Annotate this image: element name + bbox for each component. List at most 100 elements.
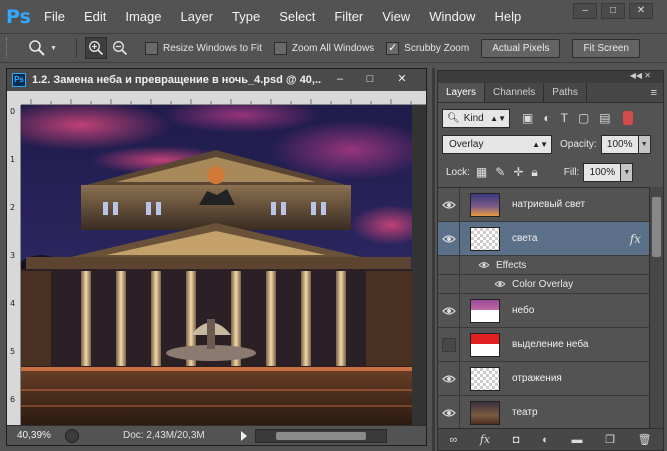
visibility-toggle[interactable] xyxy=(438,395,460,428)
panel-tabs: Layers Channels Paths ≡ xyxy=(438,83,663,103)
close-icon[interactable]: ✕ xyxy=(389,72,415,88)
add-layer-style-icon[interactable]: fx xyxy=(480,433,490,446)
fill-field[interactable]: 100% xyxy=(583,162,622,182)
scrollbar-thumb[interactable] xyxy=(276,431,366,440)
vertical-ruler[interactable]: 0 1 2 3 4 5 6 xyxy=(7,105,21,425)
shape-layer-filter-icon[interactable]: ▢ xyxy=(578,111,589,125)
panel-menu-icon[interactable]: ≡ xyxy=(651,87,657,99)
restore-icon[interactable]: □ xyxy=(357,72,383,88)
menu-type[interactable]: Type xyxy=(232,9,260,24)
smart-object-filter-icon[interactable]: ▤ xyxy=(599,111,610,125)
lock-transparent-pixels-icon[interactable]: ▦ xyxy=(476,165,487,180)
layer-row[interactable]: выделение неба xyxy=(438,327,649,362)
collapse-arrows-icon[interactable]: ◀◀ ✕ xyxy=(630,71,651,80)
adjustment-layer-filter-icon[interactable]: ◐ xyxy=(543,111,550,125)
menu-image[interactable]: Image xyxy=(125,9,161,24)
link-layers-icon[interactable]: ∞ xyxy=(449,434,457,446)
zoom-level[interactable]: 40,39% xyxy=(17,430,61,441)
layer-row-selected[interactable]: света fx xyxy=(438,221,649,256)
tab-channels[interactable]: Channels xyxy=(485,83,545,102)
filter-icons: ▣ ◐ T ▢ ▤ xyxy=(522,111,611,125)
menu-layer[interactable]: Layer xyxy=(181,9,214,24)
pixel-layer-filter-icon[interactable]: ▣ xyxy=(522,111,533,125)
effect-visibility-cell xyxy=(438,274,460,294)
type-layer-filter-icon[interactable]: T xyxy=(561,111,568,125)
visibility-toggle[interactable] xyxy=(438,188,460,222)
search-icon: 🔍︎ xyxy=(447,112,460,124)
layers-list: натриевый свет света fx Effects Color Ov… xyxy=(438,187,649,428)
horizontal-ruler[interactable] xyxy=(21,91,426,105)
eye-icon xyxy=(441,234,456,243)
lock-position-icon[interactable]: ✛ xyxy=(513,165,523,180)
menu-help[interactable]: Help xyxy=(494,9,521,24)
blend-mode-select[interactable]: Overlay ▲▼ xyxy=(442,134,552,154)
restore-icon[interactable]: □ xyxy=(601,3,625,19)
zoom-all-windows-checkbox[interactable] xyxy=(273,41,287,55)
effect-item-row[interactable]: Color Overlay xyxy=(438,274,649,294)
vertical-scrollbar[interactable] xyxy=(412,105,426,425)
tab-layers[interactable]: Layers xyxy=(438,83,486,102)
layer-row[interactable]: небо xyxy=(438,293,649,328)
menu-file[interactable]: File xyxy=(44,9,65,24)
layer-effects-icon[interactable]: fx xyxy=(630,232,641,246)
visibility-toggle[interactable] xyxy=(438,293,460,328)
menu-view[interactable]: View xyxy=(382,9,410,24)
resize-windows-checkbox[interactable] xyxy=(145,41,158,55)
status-clock-icon[interactable] xyxy=(65,428,79,443)
panel-header-strip[interactable]: ◀◀ ✕ xyxy=(438,71,663,83)
effects-label: Effects xyxy=(496,259,527,271)
fit-screen-button[interactable]: Fit Screen xyxy=(572,38,641,58)
visibility-toggle[interactable] xyxy=(438,361,460,396)
close-icon[interactable]: ✕ xyxy=(629,3,653,19)
lock-all-icon[interactable]: 🔒︎ xyxy=(531,165,537,180)
zoom-in-button[interactable] xyxy=(85,37,107,59)
filter-toggle-switch[interactable] xyxy=(622,111,633,125)
actual-pixels-button[interactable]: Actual Pixels xyxy=(481,38,561,58)
scrubby-zoom-checkbox[interactable]: ✓ xyxy=(386,41,400,55)
menu-edit[interactable]: Edit xyxy=(84,9,106,24)
options-grip[interactable] xyxy=(6,38,10,58)
layers-scrollbar[interactable] xyxy=(649,187,663,428)
eye-icon[interactable] xyxy=(478,261,490,269)
lock-image-pixels-icon[interactable]: ✎ xyxy=(495,165,505,180)
new-layer-icon[interactable]: ❐ xyxy=(605,433,615,446)
opacity-field[interactable]: 100% xyxy=(600,134,639,154)
dock-divider[interactable] xyxy=(432,68,435,451)
layer-row[interactable]: отражения xyxy=(438,361,649,396)
tab-paths[interactable]: Paths xyxy=(544,83,587,102)
zoom-out-button[interactable] xyxy=(109,37,131,59)
kind-filter-select[interactable]: 🔍︎ Kind ▲▼ xyxy=(442,108,510,128)
new-group-icon[interactable]: ▬ xyxy=(571,434,582,446)
status-menu-arrow-icon[interactable] xyxy=(241,430,247,441)
tool-preset-picker[interactable]: ▼ xyxy=(28,39,68,57)
menu-filter[interactable]: Filter xyxy=(334,9,363,24)
visibility-toggle[interactable] xyxy=(438,327,460,362)
menu-select[interactable]: Select xyxy=(279,9,315,24)
fill-dropdown-button[interactable]: ▼ xyxy=(621,162,634,182)
add-mask-icon[interactable]: ◘ xyxy=(513,434,520,446)
image-canvas[interactable] xyxy=(21,105,412,425)
layer-row[interactable]: театр xyxy=(438,395,649,428)
eye-icon[interactable] xyxy=(494,280,506,288)
scrollbar-thumb[interactable] xyxy=(652,197,661,257)
menu-window[interactable]: Window xyxy=(429,9,475,24)
delete-layer-icon[interactable]: 🗑︎ xyxy=(638,433,652,446)
new-adjustment-layer-icon[interactable]: ◐ xyxy=(542,434,549,446)
layer-name: театр xyxy=(512,407,538,418)
layer-thumbnail xyxy=(470,192,500,217)
minimize-icon[interactable]: – xyxy=(327,72,353,88)
eye-icon xyxy=(441,374,456,383)
minimize-icon[interactable]: – xyxy=(573,3,597,19)
visibility-toggle[interactable] xyxy=(438,221,460,256)
lock-icons: ▦ ✎ ✛ 🔒︎ xyxy=(476,165,538,180)
zoom-out-icon xyxy=(113,41,128,56)
document-tab[interactable]: Ps 1.2. Замена неба и превращение в ночь… xyxy=(7,69,426,91)
chevron-down-icon: ▲▼ xyxy=(532,139,548,149)
layer-name: натриевый свет xyxy=(512,199,586,210)
opacity-dropdown-button[interactable]: ▼ xyxy=(638,134,651,154)
effects-row[interactable]: Effects xyxy=(438,255,649,275)
options-bar: ▼ Resize Windows to Fit Zoom All Windows… xyxy=(0,33,667,63)
horizontal-scrollbar[interactable] xyxy=(255,428,387,443)
opacity-label: Opacity: xyxy=(560,138,597,150)
layer-row[interactable]: натриевый свет xyxy=(438,188,649,222)
